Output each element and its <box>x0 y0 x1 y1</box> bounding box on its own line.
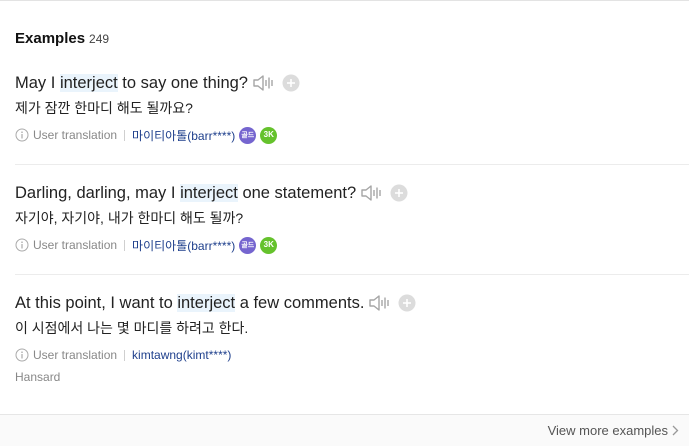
example-meta: User translation 마이티아톨(barr****) 골드 3K <box>15 126 689 144</box>
view-more-label: View more examples <box>547 423 668 438</box>
speaker-icon[interactable] <box>252 73 276 93</box>
sentence-text: Darling, darling, may I <box>15 183 181 202</box>
sentence-text: May I <box>15 73 60 92</box>
info-icon[interactable] <box>15 348 29 362</box>
example-sentence: May I interject to say one thing? <box>15 73 248 93</box>
example-translation: 자기야, 자기야, 내가 한마디 해도 될까? <box>15 210 244 226</box>
example-translation: 이 시점에서 나는 몇 마디를 하려고 한다. <box>15 320 249 336</box>
example-source: Hansard <box>15 370 61 384</box>
translation-type-label: User translation <box>33 348 118 362</box>
rank-badge: 골드 <box>239 236 257 254</box>
divider <box>15 164 689 165</box>
chevron-right-icon <box>672 425 679 436</box>
meta-separator <box>124 349 126 361</box>
sentence-text: one statement? <box>237 183 357 202</box>
examples-header: Examples 249 <box>15 30 109 47</box>
top-border <box>0 0 689 1</box>
speaker-icon[interactable] <box>360 183 384 203</box>
info-icon[interactable] <box>15 238 29 252</box>
rank-badge: 골드 <box>239 126 257 144</box>
sentence-text: a few comments. <box>235 293 365 312</box>
sentence-text: to say one thing? <box>117 73 248 92</box>
translator-user-link[interactable]: 마이티아톨(barr****) <box>132 127 235 144</box>
meta-separator <box>124 239 126 251</box>
add-to-wordbook-icon[interactable] <box>398 294 416 312</box>
example-sentence: Darling, darling, may I interject one st… <box>15 183 357 203</box>
sentence-text: At this point, I want to <box>15 293 178 312</box>
info-icon[interactable] <box>15 128 29 142</box>
level-badge: 3K <box>260 236 278 254</box>
keyword-highlight: interject <box>59 73 118 92</box>
add-to-wordbook-icon[interactable] <box>390 184 408 202</box>
level-badge: 3K <box>260 126 278 144</box>
example-item: At this point, I want to interject a few… <box>15 291 689 384</box>
add-to-wordbook-icon[interactable] <box>282 74 300 92</box>
examples-title: Examples <box>15 30 86 47</box>
example-meta: User translation kimtawng(kimt****) <box>15 346 689 364</box>
meta-separator <box>124 129 126 141</box>
examples-count: 249 <box>89 32 110 46</box>
view-more-examples-link[interactable]: View more examples <box>548 423 679 438</box>
divider <box>15 274 689 275</box>
example-translation: 제가 잠깐 한마디 해도 될까요? <box>15 100 193 116</box>
keyword-highlight: interject <box>180 183 238 202</box>
example-meta: User translation 마이티아톨(barr****) 골드 3K <box>15 236 689 254</box>
translator-user-link[interactable]: 마이티아톨(barr****) <box>132 237 235 254</box>
examples-footer: View more examples <box>0 414 689 446</box>
example-sentence: At this point, I want to interject a few… <box>15 293 365 313</box>
keyword-highlight: interject <box>177 293 236 312</box>
example-item: May I interject to say one thing? 제가 잠깐 … <box>15 71 689 144</box>
translation-type-label: User translation <box>33 238 118 252</box>
translation-type-label: User translation <box>33 128 118 142</box>
translator-user-link[interactable]: kimtawng(kimt****) <box>132 348 231 362</box>
example-item: Darling, darling, may I interject one st… <box>15 181 689 254</box>
speaker-icon[interactable] <box>368 293 392 313</box>
